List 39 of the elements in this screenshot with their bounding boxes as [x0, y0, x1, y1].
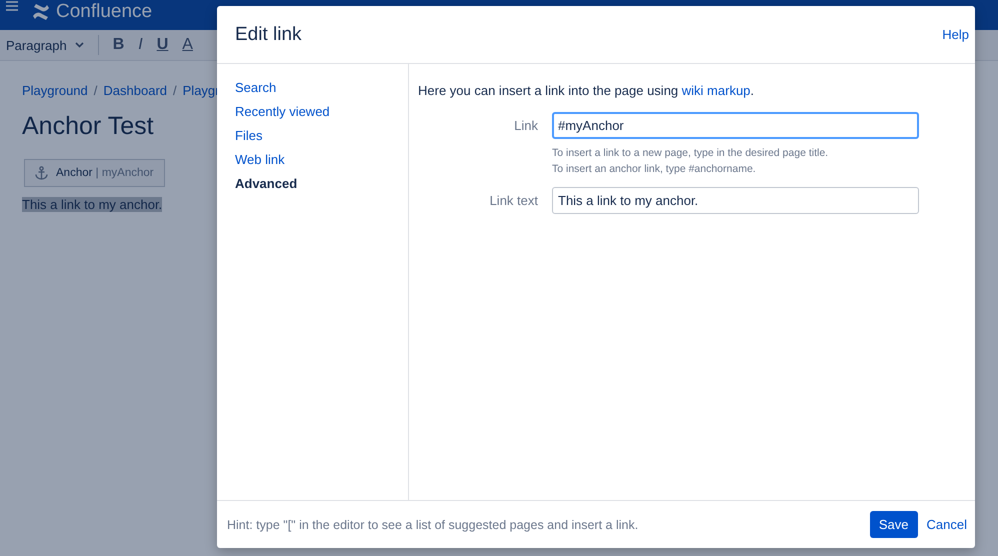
dialog-tab[interactable]: Recently viewed	[235, 104, 408, 119]
breadcrumb-link[interactable]: Playground	[22, 83, 88, 98]
field-label: Link text	[488, 192, 538, 208]
intro-text: Here you can insert a link into the page using wiki markup.	[418, 83, 756, 98]
breadcrumb-separator: /	[173, 83, 177, 98]
wiki-markup-link[interactable]: wiki markup	[682, 83, 750, 98]
dialog-title: Edit link	[235, 24, 302, 46]
hint-text: Hint: type "[" in the editor to see a list of suggested pages and insert a link.	[227, 518, 640, 532]
selected-text: This a link to my anchor.	[22, 197, 162, 212]
field-label: Link	[513, 117, 538, 133]
menu-icon[interactable]	[6, 1, 18, 11]
paragraph-style-dropdown[interactable]: Paragraph	[6, 38, 67, 52]
breadcrumb-separator: /	[94, 83, 98, 98]
anchor-macro[interactable]: Anchor | myAnchor	[24, 159, 165, 187]
help-text: To insert an anchor link, type #anchorname.	[552, 163, 757, 175]
dialog-tab[interactable]: Web link	[235, 152, 408, 167]
dialog-tab[interactable]: Files	[235, 128, 408, 143]
logo-icon	[32, 4, 50, 20]
help-text: To insert a link to a new page, type in the desired page title.	[552, 147, 830, 159]
anchor-icon	[35, 166, 48, 180]
format-button[interactable]: B	[112, 36, 124, 54]
format-button[interactable]: I	[138, 36, 143, 54]
dialog-tab[interactable]: Advanced	[235, 176, 408, 191]
breadcrumb-link[interactable]: Playgr	[182, 83, 220, 98]
anchor-name: myAnchor	[102, 167, 154, 179]
cancel-link[interactable]: Cancel	[926, 517, 967, 532]
anchor-separator: |	[96, 167, 99, 179]
anchor-label: Anchor	[56, 167, 92, 179]
save-button[interactable]: Save	[870, 511, 918, 538]
help-link[interactable]: Help	[942, 27, 969, 42]
logo-text[interactable]: Confluence	[56, 1, 152, 23]
input-field[interactable]: #myAnchor	[552, 112, 919, 139]
format-button[interactable]: U	[156, 36, 168, 54]
chevron-down-icon[interactable]	[74, 42, 84, 48]
format-button[interactable]: A	[182, 36, 193, 54]
page-title: Anchor Test	[22, 112, 154, 141]
dialog-tab[interactable]: Search	[235, 80, 408, 95]
breadcrumb-link[interactable]: Dashboard	[103, 83, 168, 98]
input-field[interactable]: This a link to my anchor.	[552, 187, 919, 214]
